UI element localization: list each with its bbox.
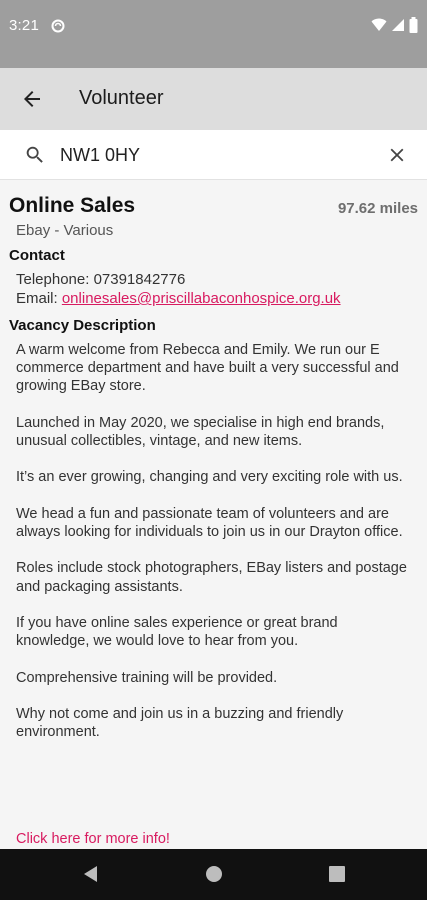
more-info-link[interactable]: Click here for more info! xyxy=(16,831,170,847)
distance-label: 97.62 miles xyxy=(337,200,418,217)
wifi-icon xyxy=(371,18,387,37)
vacancy-title: Online Sales xyxy=(9,194,136,217)
vacancy-description: A warm welcome from Rebecca and Emily. W… xyxy=(16,341,411,760)
description-paragraph: It’s an ever growing, changing and very … xyxy=(16,469,403,486)
nav-recents-icon[interactable] xyxy=(329,866,345,887)
nav-back-icon[interactable] xyxy=(82,865,100,888)
status-bar: 3:21 xyxy=(0,0,427,68)
description-paragraph: A warm welcome from Rebecca and Emily. W… xyxy=(16,342,399,395)
email-line: Email: onlinesales@priscillabaconhospice… xyxy=(16,290,341,307)
search-input[interactable] xyxy=(60,140,360,170)
page-title: Volunteer xyxy=(79,87,164,109)
email-label: Email: xyxy=(16,290,62,307)
arrow-back-icon[interactable] xyxy=(20,87,44,116)
description-heading: Vacancy Description xyxy=(9,317,156,334)
close-icon[interactable] xyxy=(386,144,408,171)
contact-heading: Contact xyxy=(9,247,65,264)
description-paragraph: Comprehensive training will be provided. xyxy=(16,669,278,686)
signal-icon xyxy=(391,18,405,37)
telephone-line: Telephone: 07391842776 xyxy=(16,271,186,288)
system-nav-bar xyxy=(0,849,427,900)
battery-icon xyxy=(409,17,418,38)
app-bar: Volunteer xyxy=(0,68,427,130)
sync-icon xyxy=(51,19,65,38)
description-paragraph: Launched in May 2020, we specialise in h… xyxy=(16,414,385,449)
vacancy-location: Ebay - Various xyxy=(16,222,114,239)
description-paragraph: Roles include stock photographers, EBay … xyxy=(16,560,407,595)
description-paragraph: Why not come and join us in a buzzing an… xyxy=(16,705,344,741)
search-icon xyxy=(24,144,46,171)
vacancy-detail: Online Sales 97.62 miles Ebay - Various … xyxy=(0,181,427,849)
status-time: 3:21 xyxy=(9,17,39,34)
nav-home-icon[interactable] xyxy=(205,865,223,888)
email-link[interactable]: onlinesales@priscillabaconhospice.org.uk xyxy=(62,290,341,307)
description-paragraph: We head a fun and passionate team of vol… xyxy=(16,505,403,540)
search-bar xyxy=(0,130,427,180)
description-paragraph: If you have online sales experience or g… xyxy=(16,614,338,650)
